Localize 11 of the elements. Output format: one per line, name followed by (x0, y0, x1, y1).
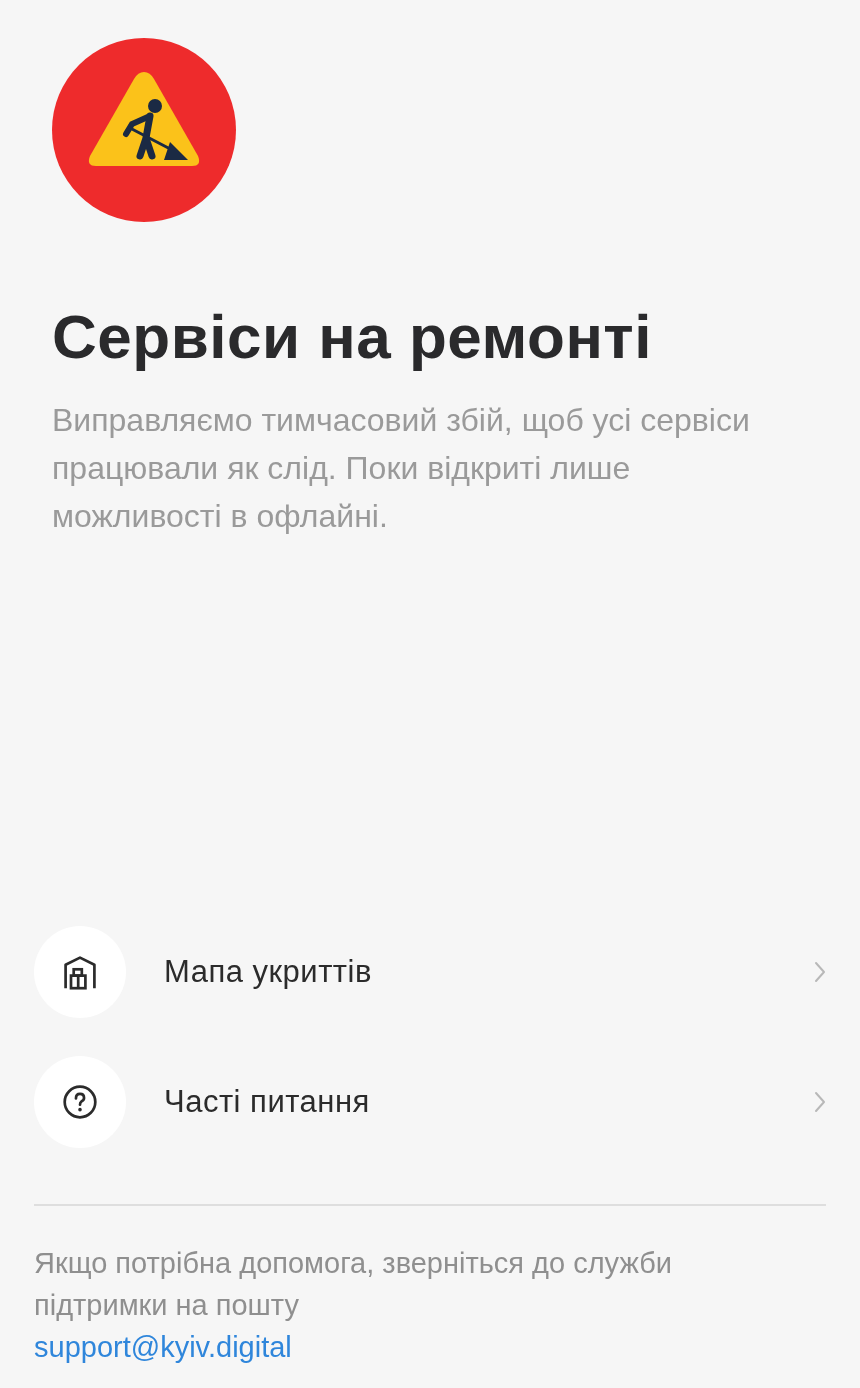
menu-item[interactable]: Часті питання (34, 1056, 826, 1148)
question-icon (62, 1084, 98, 1120)
help-text: Якщо потрібна допомога, зверніться до служби підтримки на пошту (34, 1246, 673, 1323)
road-works-sign-icon (52, 38, 236, 222)
description-text: Виправляємо тимчасовий збій, щоб усі сервіси працювали як слід. Поки відкриті лише можливості в офлайні. (52, 401, 751, 536)
page-title: Сервіси на ремонті (52, 301, 653, 373)
shelter-icon (62, 954, 98, 990)
menu-item[interactable]: Мапа укриттів (34, 926, 826, 1018)
chevron-icon (814, 960, 826, 984)
email-link[interactable]: support@kyiv.digital (34, 1326, 292, 1368)
chevron-icon (814, 1090, 826, 1114)
